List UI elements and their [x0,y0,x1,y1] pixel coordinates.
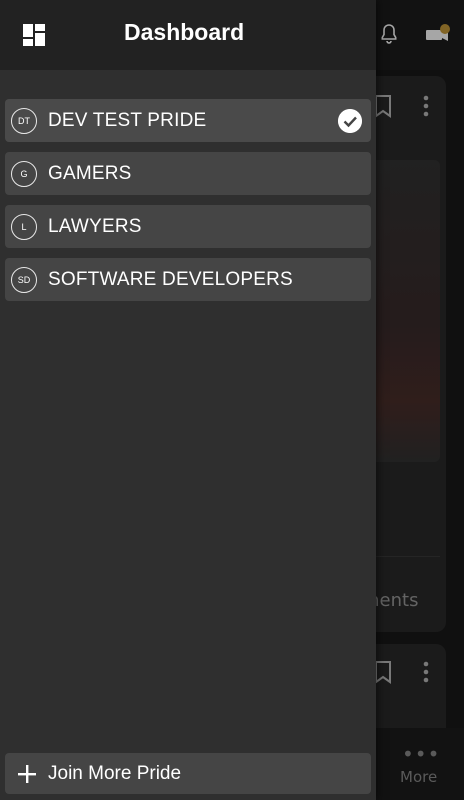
pride-item-software-developers[interactable]: SD SOFTWARE DEVELOPERS [5,258,371,301]
pride-name: LAWYERS [48,215,142,237]
pride-avatar: DT [11,107,37,134]
pride-name: DEV TEST PRIDE [48,109,207,131]
pride-list: DT DEV TEST PRIDE G GAMERS L LAWYERS SD … [5,99,371,311]
dashboard-icon[interactable] [22,23,46,47]
drawer-header: Dashboard [0,0,376,70]
pride-avatar: SD [11,266,37,293]
pride-name: SOFTWARE DEVELOPERS [48,268,293,290]
pride-item-gamers[interactable]: G GAMERS [5,152,371,195]
drawer-title: Dashboard [124,19,245,45]
pride-avatar: L [11,213,37,240]
navigation-drawer: Dashboard DT DEV TEST PRIDE G GAMERS L L… [0,0,376,800]
plus-icon [18,764,36,783]
checkmark-icon [338,109,362,133]
drawer-scrim[interactable] [375,0,464,800]
pride-item-dev-test-pride[interactable]: DT DEV TEST PRIDE [5,99,371,142]
join-more-pride-button[interactable]: Join More Pride [5,753,371,794]
pride-avatar: G [11,160,37,187]
pride-name: GAMERS [48,162,132,184]
pride-item-lawyers[interactable]: L LAWYERS [5,205,371,248]
join-more-pride-label: Join More Pride [48,762,182,784]
